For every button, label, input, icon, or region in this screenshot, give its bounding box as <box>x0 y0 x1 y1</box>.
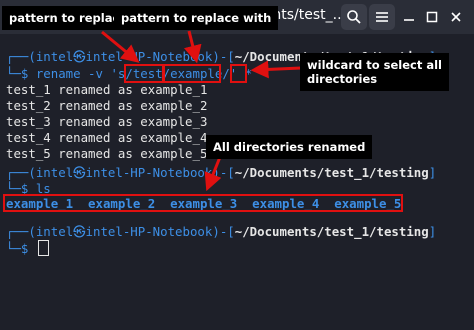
highlight-box-test <box>124 64 164 83</box>
highlight-box-wildcard <box>230 64 247 83</box>
output-line: test_3 renamed as example_3 <box>6 114 208 129</box>
output-line: test_1 renamed as example_1 <box>6 82 208 97</box>
callout-all-renamed: All directories renamed <box>206 135 373 159</box>
output-line: test_5 renamed as example_5 <box>6 146 208 161</box>
prompt-user-host: (intel㉿intel-HP-Notebook) <box>28 224 220 239</box>
prompt-user-host: (intel㉿intel-HP-Notebook) <box>28 165 220 180</box>
callout-wildcard: wildcard to select all directories <box>300 53 449 91</box>
callout-pattern-to-replace-with: pattern to replace with <box>114 6 279 30</box>
output-line: test_4 renamed as example_4 <box>6 130 208 145</box>
highlight-box-example <box>163 64 221 83</box>
callout-wildcard-line-2: directories <box>307 72 378 86</box>
terminal-cursor <box>37 240 49 256</box>
callout-wildcard-line-1: wildcard to select all <box>307 58 442 72</box>
prompt-user-host: (intel㉿intel-HP-Notebook) <box>28 49 220 64</box>
prompt-path: ~/Documents/test_1/testing <box>234 224 429 239</box>
prompt-line-2: ┌──(intel㉿intel-HP-Notebook)-[~/Document… <box>6 165 437 180</box>
highlight-box-ls-output <box>3 194 403 212</box>
command-line-3: └─$ <box>6 240 49 257</box>
terminal-output[interactable]: ┌──(intel㉿intel-HP-Notebook)-[~/Document… <box>0 0 474 330</box>
prompt-path: ~/Documents/test_1/testing <box>234 165 429 180</box>
output-line: test_2 renamed as example_2 <box>6 98 208 113</box>
prompt-line-3: ┌──(intel㉿intel-HP-Notebook)-[~/Document… <box>6 224 437 239</box>
